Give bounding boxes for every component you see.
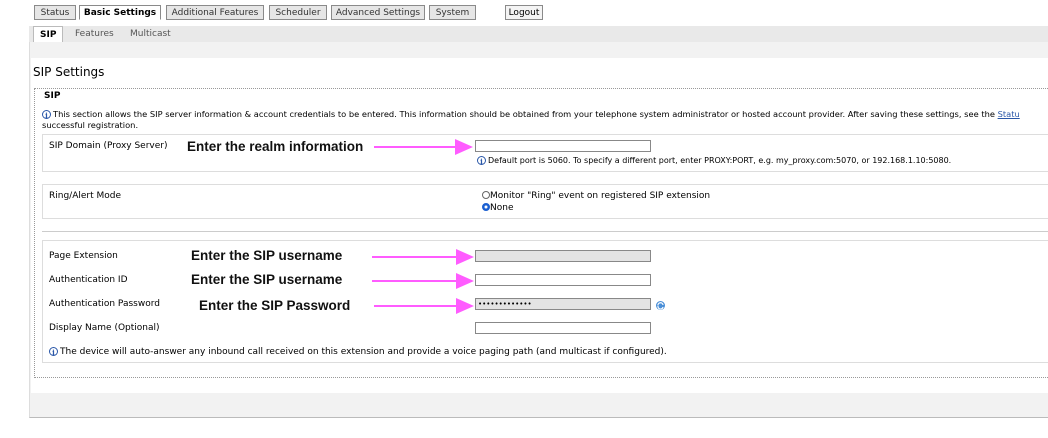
section-description: i This section allows the SIP server info…: [42, 109, 1020, 131]
display-name-input[interactable]: [475, 322, 651, 334]
radio-monitor[interactable]: [482, 191, 490, 199]
radio-none[interactable]: [482, 203, 490, 211]
subtab-bar: SIP Features Multicast: [29, 26, 1048, 43]
annotation-sip-password: Enter the SIP Password: [199, 298, 351, 313]
display-name-label: Display Name (Optional): [49, 323, 160, 333]
annotation-arrowhead-username-1: [456, 249, 474, 265]
tab-scheduler[interactable]: Scheduler: [269, 5, 327, 20]
description-line1: This section allows the SIP server infor…: [53, 109, 995, 119]
tab-status[interactable]: Status: [34, 5, 76, 20]
annotation-sip-username-2: Enter the SIP username: [191, 272, 343, 287]
annotation-arrow-username-2: [372, 280, 460, 282]
tab-system[interactable]: System: [429, 5, 476, 20]
tab-additional-features[interactable]: Additional Features: [166, 5, 264, 20]
page-extension-label: Page Extension: [49, 251, 118, 261]
page-extension-input[interactable]: [475, 250, 651, 262]
page-title: SIP Settings: [33, 65, 105, 79]
fieldset-legend: SIP: [42, 91, 63, 101]
ring-mode-label: Ring/Alert Mode: [49, 191, 122, 201]
annotation-arrowhead-username-2: [456, 273, 474, 289]
auth-password-input[interactable]: •••••••••••••: [475, 298, 651, 310]
credentials-note-text: The device will auto-answer any inbound …: [60, 347, 667, 357]
ring-option-monitor[interactable]: Monitor "Ring" event on registered SIP e…: [482, 191, 710, 201]
annotation-sip-username-1: Enter the SIP username: [191, 248, 343, 263]
ring-option-none-label: None: [490, 203, 514, 213]
annotation-arrow-username-1: [372, 256, 460, 258]
auth-id-input[interactable]: [475, 274, 651, 286]
annotation-arrow-password: [374, 305, 460, 307]
tab-basic-settings[interactable]: Basic Settings: [79, 5, 161, 20]
auth-password-label: Authentication Password: [49, 299, 160, 309]
logout-button[interactable]: Logout: [505, 5, 543, 20]
tab-advanced-settings[interactable]: Advanced Settings: [331, 5, 425, 20]
subtab-features[interactable]: Features: [75, 26, 114, 42]
status-link[interactable]: Statu: [998, 109, 1020, 119]
subtab-sip[interactable]: SIP: [33, 26, 64, 42]
info-icon: i: [49, 347, 58, 357]
credentials-note: i The device will auto-answer any inbound…: [49, 347, 667, 357]
auth-id-label: Authentication ID: [49, 275, 128, 285]
sip-domain-label: SIP Domain (Proxy Server): [49, 141, 168, 151]
annotation-arrowhead-password: [456, 298, 474, 314]
ring-mode-box: [42, 184, 1048, 219]
section-divider: [42, 231, 1048, 232]
description-line2: successful registration.: [42, 120, 139, 130]
ring-option-monitor-label: Monitor "Ring" event on registered SIP e…: [490, 191, 711, 201]
sip-domain-input[interactable]: [475, 140, 651, 152]
info-icon: i: [42, 110, 51, 120]
subtab-multicast[interactable]: Multicast: [130, 26, 171, 42]
annotation-arrow-realm: [374, 146, 458, 148]
info-icon: i: [477, 156, 486, 166]
ring-option-none[interactable]: None: [482, 203, 513, 213]
sip-domain-hint: i Default port is 5060. To specify a diff…: [477, 156, 952, 166]
sip-domain-hint-text: Default port is 5060. To specify a diffe…: [488, 156, 952, 165]
refresh-icon[interactable]: [655, 300, 666, 311]
annotation-realm: Enter the realm information: [187, 139, 364, 154]
annotation-arrowhead-realm: [455, 139, 473, 155]
